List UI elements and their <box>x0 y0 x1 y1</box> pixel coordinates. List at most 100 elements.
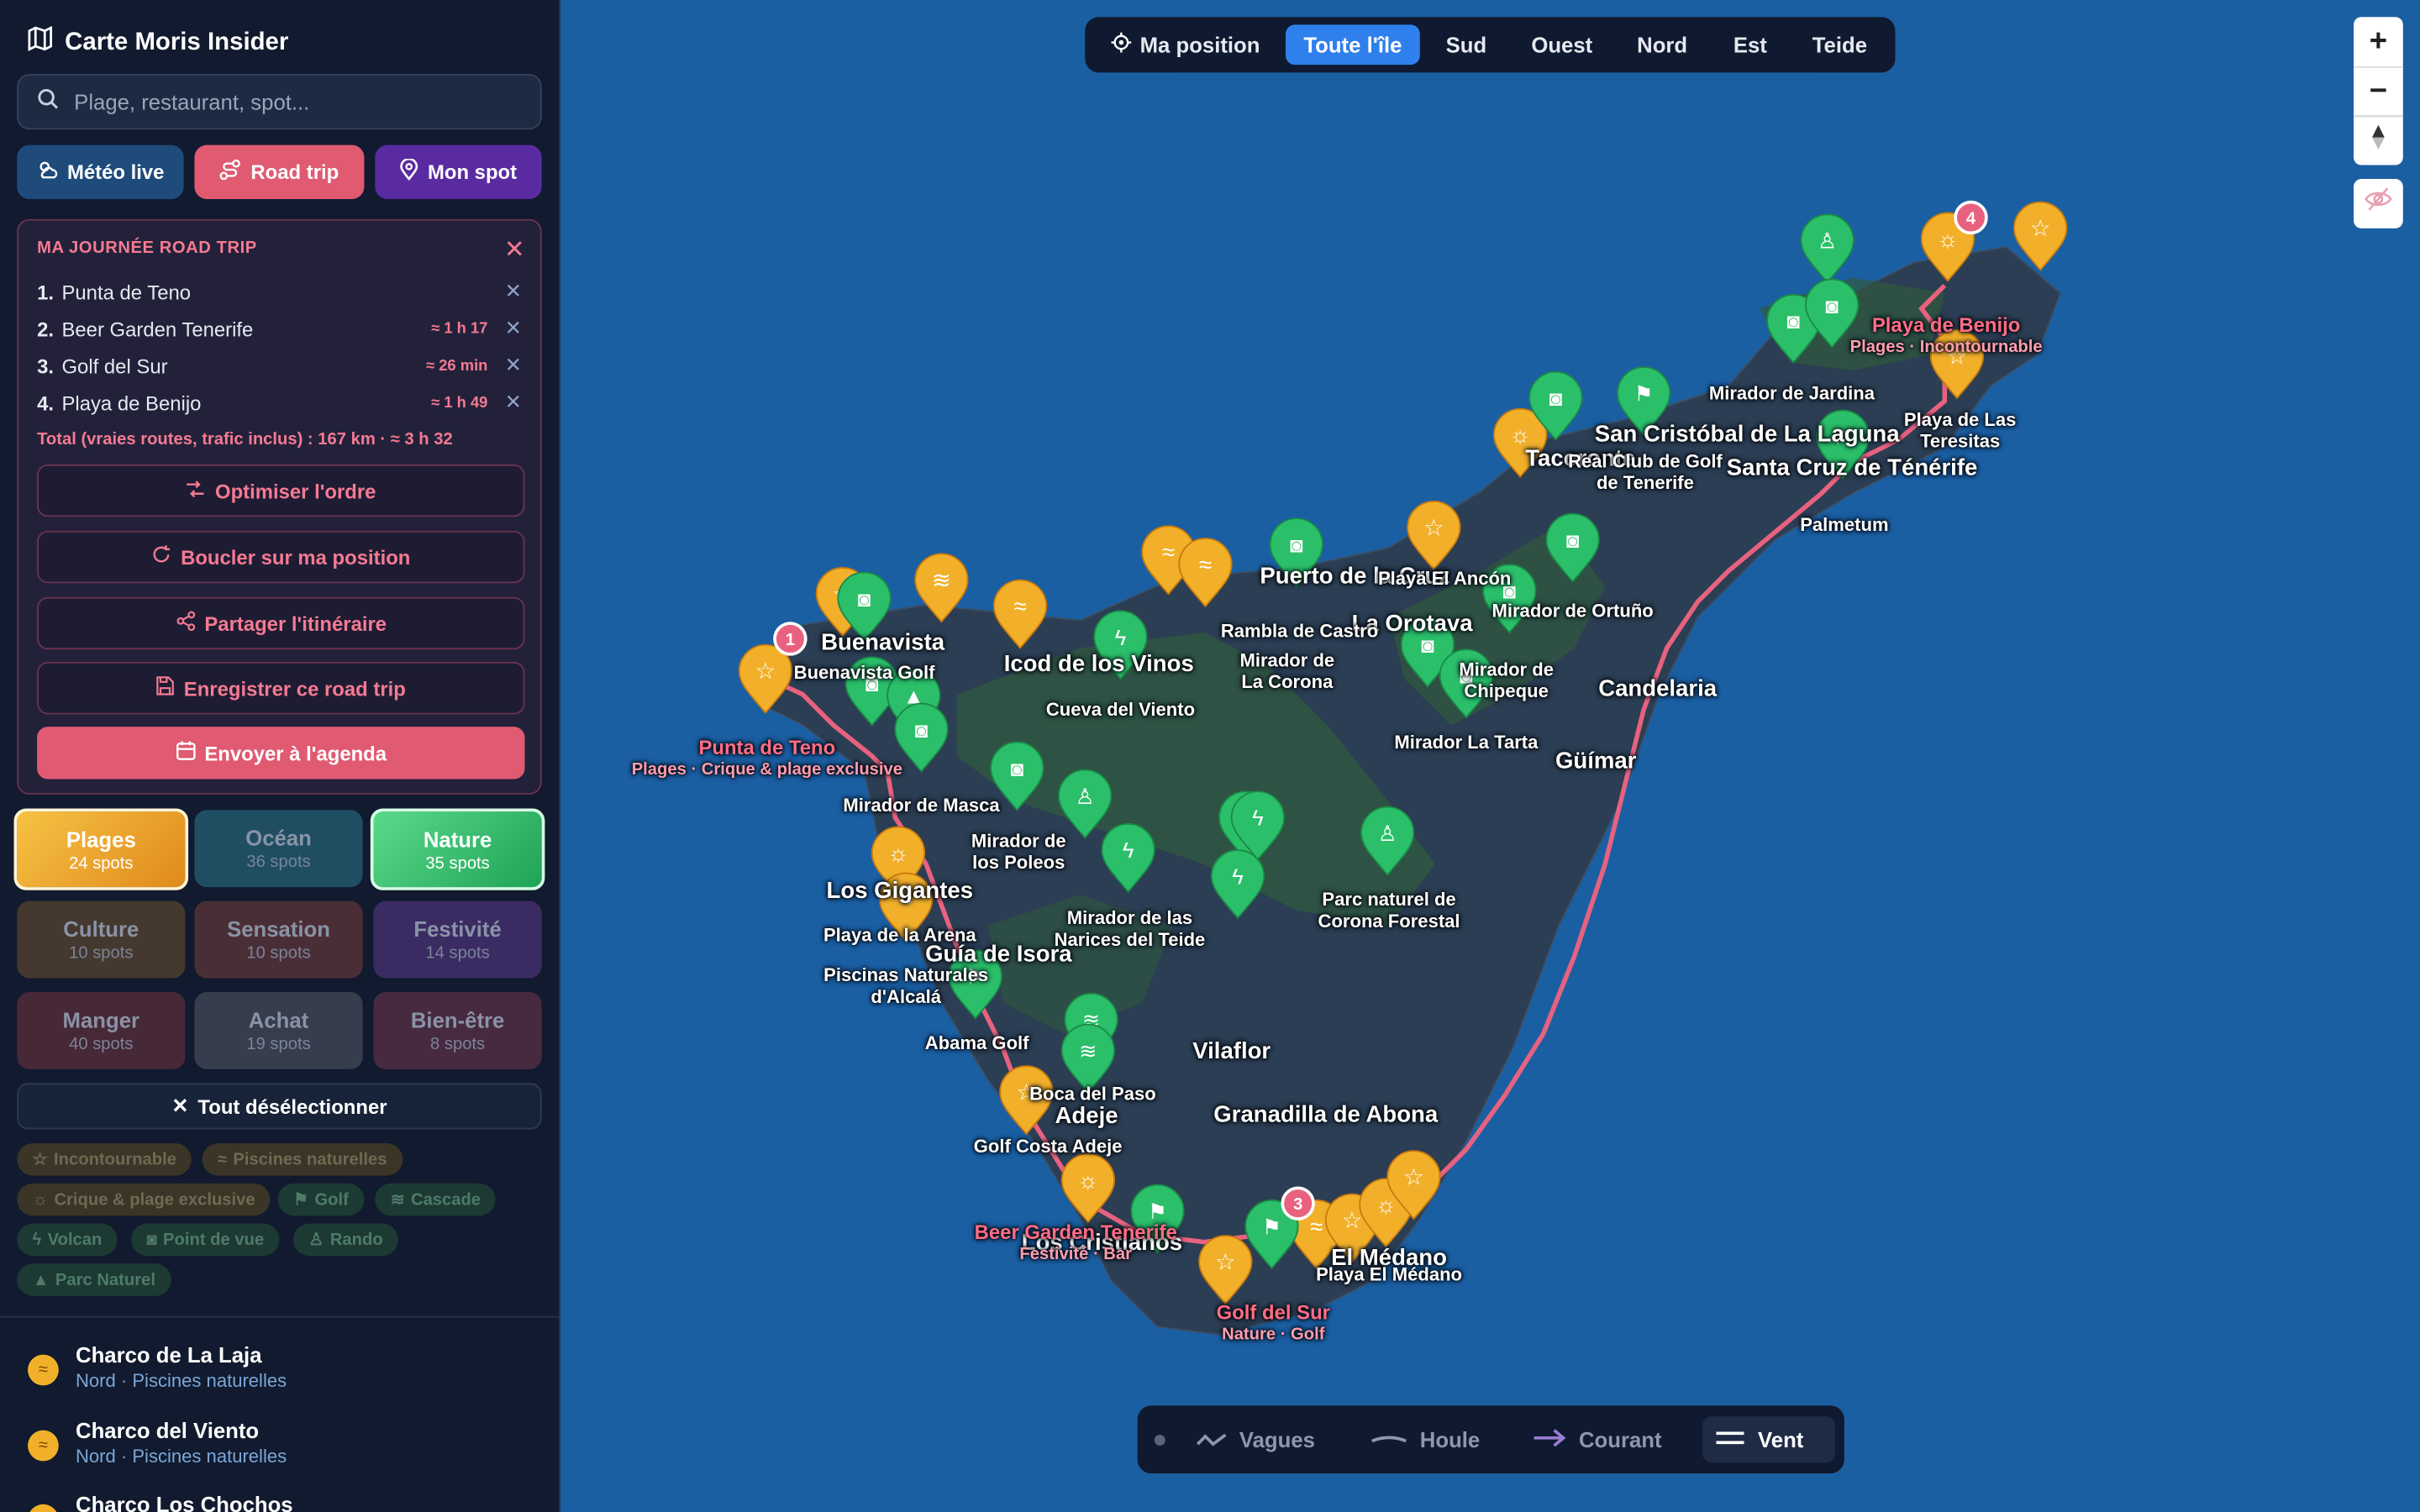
mon-spot-label: Mon spot <box>427 160 518 184</box>
deselect-all-label: Tout désélectionner <box>197 1095 387 1118</box>
loop-position-button[interactable]: Boucler sur ma position <box>37 530 525 584</box>
flag-icon: ⚑ <box>292 1190 309 1210</box>
category-count: 8 spots <box>430 1035 486 1054</box>
route-stop-label: Playa de Benijo Plages · Incontournable <box>1850 312 2043 358</box>
category-plages[interactable]: Plages 24 spots <box>13 808 189 890</box>
road-trip-button[interactable]: Road trip <box>194 144 365 199</box>
list-item[interactable]: ≈ Charco de La Laja Nord · Piscines natu… <box>28 1342 537 1404</box>
beach-marker: ≈ <box>992 579 1048 649</box>
category-name: Bien-être <box>410 1007 505 1032</box>
route-stop-name: Beer Garden Tenerife <box>974 1220 1177 1244</box>
waves-icon: ≈ <box>28 1504 59 1512</box>
stop-number: 3. <box>37 354 54 378</box>
route-stop-sub: Festivité · Bar <box>1019 1245 1132 1264</box>
spot-label: Rambla de Castro <box>1220 620 1379 643</box>
svg-text:☼: ☼ <box>1510 422 1531 448</box>
camera-icon: ◙ <box>146 1230 157 1249</box>
road-trip-stop[interactable]: 3. Golf del Sur ≈ 26 min ✕ <box>37 350 524 381</box>
svg-text:≈: ≈ <box>1199 551 1212 577</box>
category-count: 36 spots <box>246 853 311 872</box>
remove-stop-icon[interactable]: ✕ <box>505 354 522 378</box>
send-agenda-button[interactable]: Envoyer à l'agenda <box>37 727 525 780</box>
list-item-title: Charco Los Chochos <box>75 1492 293 1512</box>
svg-text:≈: ≈ <box>1310 1213 1323 1239</box>
optimize-order-button[interactable]: Optimiser l'ordre <box>37 464 525 517</box>
map-canvas[interactable]: Ma position Toute l'île Sud Ouest Nord E… <box>561 0 2420 1512</box>
sun-icon: ☼ <box>32 1190 49 1210</box>
road-trip-panel: MA JOURNÉE ROAD TRIP ✕ 1. Punta de Teno … <box>17 218 542 795</box>
svg-text:ϟ: ϟ <box>1115 627 1127 650</box>
close-road-trip-icon[interactable]: ✕ <box>504 234 525 265</box>
chip-piscines[interactable]: ≈ Piscines naturelles <box>202 1143 402 1176</box>
chip-label: Volcan <box>47 1230 103 1249</box>
nature-marker: ≋ <box>1060 1023 1116 1094</box>
remove-stop-icon[interactable]: ✕ <box>505 279 522 303</box>
list-item[interactable]: ≈ Charco del Viento Nord · Piscines natu… <box>28 1418 537 1479</box>
chip-label: Parc Naturel <box>55 1270 155 1289</box>
beach-marker: ☆ <box>738 643 793 714</box>
route-icon <box>220 159 242 185</box>
chip-incontournable[interactable]: ☆ Incontournable <box>17 1143 192 1176</box>
stop-eta: ≈ 1 h 49 <box>431 394 488 412</box>
svg-text:1: 1 <box>786 631 795 649</box>
waves-icon: ≈ <box>28 1354 59 1386</box>
mon-spot-button[interactable]: Mon spot <box>375 144 542 199</box>
category-festivite[interactable]: Festivité 14 spots <box>373 900 542 979</box>
category-sensation[interactable]: Sensation 10 spots <box>194 900 363 979</box>
svg-text:⚑: ⚑ <box>1262 1215 1281 1239</box>
svg-text:☆: ☆ <box>755 658 776 684</box>
svg-text:☆: ☆ <box>1342 1207 1363 1233</box>
svg-text:☼: ☼ <box>1376 1192 1397 1218</box>
category-achat[interactable]: Achat 19 spots <box>194 992 363 1069</box>
share-itinerary-label: Partager l'itinéraire <box>204 612 387 635</box>
spot-label: Real Club de Golf de Tenerife <box>1568 450 1723 494</box>
meteo-live-label: Météo live <box>67 160 165 184</box>
deselect-all-button[interactable]: ✕ Tout désélectionner <box>17 1083 542 1130</box>
waves-icon: ≈ <box>28 1430 59 1462</box>
share-itinerary-button[interactable]: Partager l'itinéraire <box>37 596 525 650</box>
chip-crique[interactable]: ☼ Crique & plage exclusive <box>17 1183 271 1216</box>
spot-label: Playa de Las Teresitas <box>1903 408 2017 452</box>
category-count: 14 spots <box>425 944 490 963</box>
nature-marker: ♙ <box>1058 769 1113 839</box>
stop-name: Punta de Teno <box>61 280 192 303</box>
category-ocean[interactable]: Océan 36 spots <box>194 810 363 888</box>
meteo-live-button[interactable]: Météo live <box>17 144 184 199</box>
category-count: 35 spots <box>425 854 490 874</box>
list-item-title: Charco del Viento <box>75 1417 260 1443</box>
route-stop-name: Playa de Benijo <box>1871 312 2021 337</box>
chip-rando[interactable]: ♙ Rando <box>292 1223 399 1257</box>
chip-golf[interactable]: ⚑ Golf <box>277 1183 365 1216</box>
map-icon <box>28 25 52 59</box>
remove-stop-icon[interactable]: ✕ <box>505 391 522 415</box>
spot-label: Mirador de los Poleos <box>971 830 1066 874</box>
chip-point-de-vue[interactable]: ◙ Point de vue <box>131 1223 280 1257</box>
chip-label: Cascade <box>410 1190 481 1210</box>
chip-cascade[interactable]: ≋ Cascade <box>375 1183 497 1216</box>
chip-parc-naturel[interactable]: ▲ Parc Naturel <box>17 1263 171 1296</box>
stop-eta: ≈ 1 h 17 <box>431 320 488 338</box>
water-icon: ≋ <box>390 1190 405 1210</box>
list-item[interactable]: ≈ Charco Los Chochos <box>28 1492 537 1512</box>
search-box[interactable] <box>17 74 542 130</box>
place-label: Santa Cruz de Ténérife <box>1726 454 1978 482</box>
remove-stop-icon[interactable]: ✕ <box>505 317 522 341</box>
category-nature[interactable]: Nature 35 spots <box>370 808 545 890</box>
category-name: Festivité <box>413 916 502 942</box>
category-count: 24 spots <box>69 854 134 874</box>
save-icon <box>156 675 175 700</box>
svg-text:☼: ☼ <box>887 840 908 866</box>
spot-label: Mirador de las Narices del Teide <box>1054 906 1206 951</box>
category-bien-etre[interactable]: Bien-être 8 spots <box>373 992 542 1069</box>
svg-text:☼: ☼ <box>1077 1167 1098 1193</box>
category-culture[interactable]: Culture 10 spots <box>17 900 186 979</box>
chip-volcan[interactable]: ϟ Volcan <box>17 1223 118 1257</box>
search-input[interactable] <box>74 89 522 114</box>
road-trip-stop[interactable]: 2. Beer Garden Tenerife ≈ 1 h 17 ✕ <box>37 313 524 344</box>
road-trip-stop[interactable]: 4. Playa de Benijo ≈ 1 h 49 ✕ <box>37 387 524 418</box>
save-road-trip-button[interactable]: Enregistrer ce road trip <box>37 661 525 715</box>
road-trip-stop[interactable]: 1. Punta de Teno ✕ <box>37 276 524 307</box>
svg-text:☼: ☼ <box>1937 226 1958 252</box>
category-manger[interactable]: Manger 40 spots <box>17 992 186 1069</box>
place-label: Icod de los Vinos <box>1003 651 1194 678</box>
